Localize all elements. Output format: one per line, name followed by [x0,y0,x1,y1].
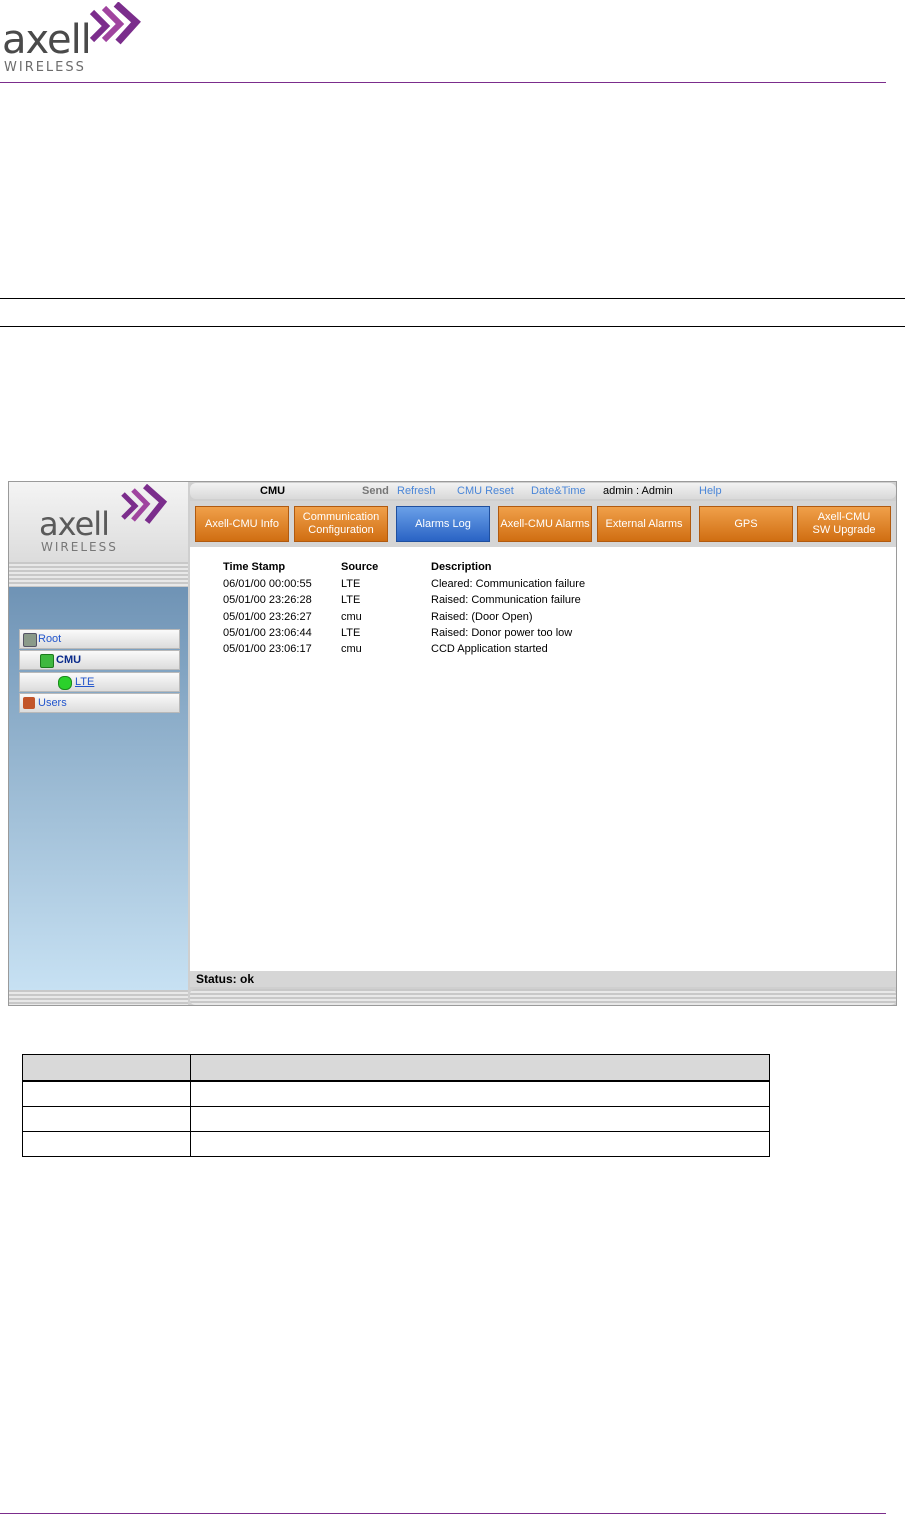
column-header-source: Source [341,561,379,573]
tab-label: External Alarms [605,517,683,530]
tab-bar: Axell-CMU Info Communication Configurati… [190,501,896,547]
log-row-2-timestamp: 05/01/00 23:26:28 [223,594,312,606]
tab-sw-upgrade[interactable]: Axell-CMU SW Upgrade [797,506,891,542]
tab-label: Alarms Log [415,517,471,530]
footer-divider [0,1513,886,1514]
tab-external-alarms[interactable]: External Alarms [597,506,691,542]
refresh-link[interactable]: Refresh [397,483,436,499]
tab-alarms-log[interactable]: Alarms Log [396,506,490,542]
tab-label: GPS [734,517,758,530]
cmu-node-icon [40,654,54,668]
app-screenshot: axell WIRELESS Root CMU LTE Users CMU Se… [8,481,897,1006]
tree-item-cmu[interactable]: CMU [19,650,180,670]
header-divider [0,82,886,83]
user-icon [23,697,35,709]
log-row-5-description: CCD Application started [431,643,548,655]
table-cell [22,1080,191,1107]
column-header-timestamp: Time Stamp [223,561,286,573]
tree-item-label: LTE [75,676,95,688]
table-header-cell [190,1054,770,1082]
tree-item-users[interactable]: Users [19,693,180,713]
tree-item-label: Users [38,697,67,709]
parameter-table [22,1054,770,1157]
sidebar-divider [9,562,188,587]
log-row-1-timestamp: 06/01/00 00:00:55 [223,578,312,590]
tree-item-lte[interactable]: LTE [19,672,180,692]
user-label: admin : Admin [603,485,673,497]
current-node-label: CMU [260,485,286,497]
device-tree: Root CMU LTE Users [9,587,188,990]
tab-label: Axell-CMU Info [205,517,279,530]
top-menu-bar: CMU Send Refresh CMU Reset Date&Time adm… [190,483,896,499]
logo-wordmark: axell [2,17,92,63]
table-cell [190,1131,770,1157]
log-row-5-source: cmu [341,643,362,655]
log-row-2-description: Raised: Communication failure [431,594,581,606]
tab-cmu-info[interactable]: Axell-CMU Info [195,506,289,542]
table-cell [22,1106,191,1132]
send-button[interactable]: Send [362,483,389,499]
log-row-3-source: cmu [341,611,362,623]
logo-chevron-icon [89,2,141,45]
tree-item-label: Root [38,633,62,645]
table-cell [190,1080,770,1107]
tab-cmu-alarms[interactable]: Axell-CMU Alarms [498,506,592,542]
table-row [22,1106,770,1132]
tab-label: Axell-CMU Alarms [500,517,590,530]
sidebar-logo: axell WIRELESS [9,482,188,563]
section-rule-bottom [0,326,905,327]
date-time-link[interactable]: Date&Time [531,483,586,499]
table-cell [22,1131,191,1157]
footer-bar [190,989,896,1005]
cmu-reset-link[interactable]: CMU Reset [457,483,514,499]
log-row-1-source: LTE [341,578,361,590]
status-text: Status: ok [196,972,255,986]
table-row [22,1080,770,1107]
table-cell [190,1106,770,1132]
help-link[interactable]: Help [699,483,722,499]
tab-gps[interactable]: GPS [699,506,793,542]
tree-item-root[interactable]: Root [19,629,180,649]
table-header-row [22,1054,770,1082]
log-row-5-timestamp: 05/01/00 23:06:17 [223,643,312,655]
tab-communication-configuration[interactable]: Communication Configuration [294,506,388,542]
log-row-4-description: Raised: Donor power too low [431,627,573,639]
log-row-4-timestamp: 05/01/00 23:06:44 [223,627,312,639]
log-row-3-description: Raised: (Door Open) [431,611,533,623]
log-row-4-source: LTE [341,627,361,639]
tab-label: Communication Configuration [302,511,380,536]
table-header-cell [22,1054,191,1082]
table-row [22,1131,770,1157]
company-logo: axell WIRELESS [0,0,150,80]
column-header-description: Description [431,561,492,573]
section-rule-top [0,298,905,299]
sidebar-logo-chevron-icon [121,484,168,524]
tab-label: Axell-CMU SW Upgrade [812,511,876,536]
status-led-icon [58,676,72,690]
status-bar: Status: ok [190,971,896,987]
log-row-1-description: Cleared: Communication failure [431,578,586,590]
folder-icon [23,633,37,647]
alarms-log-panel: Time Stamp Source Description 06/01/00 0… [190,547,896,971]
sidebar-footer [9,990,188,1005]
logo-subtitle: WIRELESS [4,60,86,75]
log-row-2-source: LTE [341,594,361,606]
sidebar: axell WIRELESS Root CMU LTE Users [9,482,188,1005]
sidebar-logo-wordmark: axell [39,505,110,543]
log-row-3-timestamp: 05/01/00 23:26:27 [223,611,312,623]
sidebar-logo-subtitle: WIRELESS [41,540,118,554]
tree-item-label: CMU [56,654,82,666]
